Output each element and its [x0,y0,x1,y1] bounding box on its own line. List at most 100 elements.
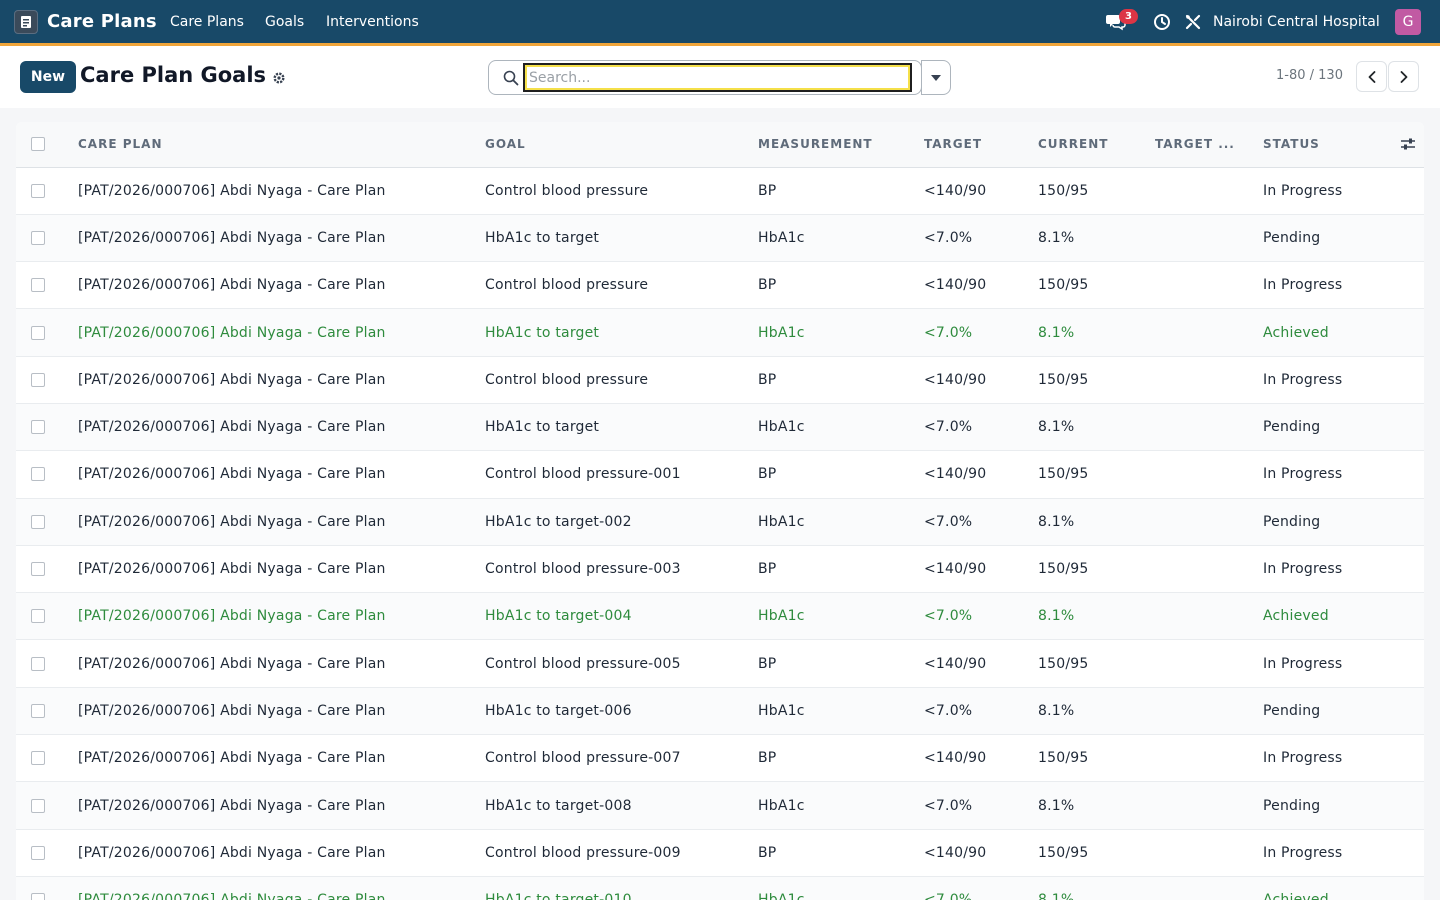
select-all-checkbox[interactable] [31,137,45,152]
cell-target-date [1155,498,1263,545]
new-button[interactable]: New [20,61,76,93]
pager-next-button[interactable] [1388,61,1419,92]
cell-measurement: HbA1c [758,513,805,530]
column-header-care-plan[interactable]: Care Plan [78,122,485,168]
cell-target-date [1155,593,1263,640]
table-row[interactable]: [PAT/2026/000706] Abdi Nyaga - Care Plan… [16,592,1424,640]
menu-care-plans[interactable]: Care Plans [170,14,244,30]
cell-goal: Control blood pressure [485,182,649,199]
table-row[interactable]: [PAT/2026/000706] Abdi Nyaga - Care Plan… [16,545,1424,593]
table-row[interactable]: [PAT/2026/000706] Abdi Nyaga - Care Plan… [16,214,1424,262]
row-checkbox[interactable] [31,230,45,245]
app-icon[interactable] [14,10,38,34]
column-header-target[interactable]: Target [924,122,1038,168]
cell-current: 8.1% [1038,324,1075,341]
table-row[interactable]: [PAT/2026/000706] Abdi Nyaga - Care Plan… [16,781,1424,830]
cell-status: Pending [1263,513,1321,530]
table-row[interactable]: [PAT/2026/000706] Abdi Nyaga - Care Plan… [16,308,1424,357]
search-input[interactable] [523,63,912,92]
cell-care-plan: [PAT/2026/000706] Abdi Nyaga - Care Plan [78,608,386,625]
row-checkbox[interactable] [31,798,45,813]
cell-status: In Progress [1263,466,1343,483]
cell-goal: Control blood pressure-003 [485,561,681,578]
table-row[interactable]: [PAT/2026/000706] Abdi Nyaga - Care Plan… [16,451,1424,499]
cell-care-plan: [PAT/2026/000706] Abdi Nyaga - Care Plan [78,324,386,341]
cell-status: Pending [1263,702,1321,719]
pager-previous-button[interactable] [1356,61,1387,92]
menu-goals[interactable]: Goals [265,14,304,30]
cell-care-plan: [PAT/2026/000706] Abdi Nyaga - Care Plan [78,466,386,483]
row-checkbox[interactable] [31,420,45,435]
cell-goal: HbA1c to target-006 [485,702,632,719]
cell-target: <140/90 [924,750,987,767]
menu-interventions[interactable]: Interventions [326,14,419,30]
cell-current: 8.1% [1038,608,1075,625]
cell-status: Achieved [1263,324,1329,341]
column-header-status[interactable]: Status [1263,122,1384,168]
cell-measurement: HbA1c [758,608,805,625]
row-checkbox[interactable] [31,372,45,387]
row-checkbox[interactable] [31,514,45,529]
cell-measurement: BP [758,182,777,199]
cell-current: 8.1% [1038,797,1075,814]
chevron-left-icon [1368,70,1375,83]
cell-target-date [1155,782,1263,829]
cell-status: In Progress [1263,371,1343,388]
row-checkbox[interactable] [31,278,45,293]
clock-icon[interactable] [1151,11,1173,33]
column-header-current[interactable]: Current [1038,122,1155,168]
cell-goal: Control blood pressure-001 [485,466,681,483]
search-options-toggle[interactable] [921,60,951,95]
row-checkbox[interactable] [31,609,45,624]
row-checkbox[interactable] [31,751,45,766]
column-header-measurement[interactable]: Measurement [758,122,924,168]
cell-status: In Progress [1263,561,1343,578]
cell-current: 150/95 [1038,655,1089,672]
cell-measurement: HbA1c [758,797,805,814]
cell-care-plan: [PAT/2026/000706] Abdi Nyaga - Care Plan [78,702,386,719]
cell-care-plan: [PAT/2026/000706] Abdi Nyaga - Care Plan [78,844,386,861]
cell-measurement: BP [758,750,777,767]
user-avatar[interactable]: G [1395,9,1421,35]
table-row[interactable]: [PAT/2026/000706] Abdi Nyaga - Care Plan… [16,829,1424,877]
row-checkbox[interactable] [31,703,45,718]
debug-tools-icon[interactable] [1182,11,1204,33]
cell-target: <7.0% [924,324,973,341]
cell-target: <7.0% [924,608,973,625]
app-brand[interactable]: Care Plans [47,11,157,32]
cell-current: 8.1% [1038,513,1075,530]
row-checkbox[interactable] [31,562,45,577]
table-row[interactable]: [PAT/2026/000706] Abdi Nyaga - Care Plan… [16,876,1424,900]
gear-icon[interactable] [272,71,286,85]
table-row[interactable]: [PAT/2026/000706] Abdi Nyaga - Care Plan… [16,262,1424,309]
row-checkbox[interactable] [31,183,45,198]
cell-measurement: BP [758,655,777,672]
row-checkbox[interactable] [31,893,45,900]
cell-measurement: BP [758,371,777,388]
row-checkbox[interactable] [31,325,45,340]
table-row[interactable]: [PAT/2026/000706] Abdi Nyaga - Care Plan… [16,498,1424,546]
column-header-target-date[interactable]: Target ... [1155,122,1263,168]
cell-target: <140/90 [924,844,987,861]
table-row[interactable]: [PAT/2026/000706] Abdi Nyaga - Care Plan… [16,735,1424,782]
cell-current: 150/95 [1038,561,1089,578]
table-row[interactable]: [PAT/2026/000706] Abdi Nyaga - Care Plan… [16,167,1424,215]
pager-value[interactable]: 1-80 / 130 [1276,68,1343,83]
table-row[interactable]: [PAT/2026/000706] Abdi Nyaga - Care Plan… [16,687,1424,735]
page-title: Care Plan Goals [80,63,267,87]
table-row[interactable]: [PAT/2026/000706] Abdi Nyaga - Care Plan… [16,640,1424,688]
row-checkbox[interactable] [31,656,45,671]
cell-care-plan: [PAT/2026/000706] Abdi Nyaga - Care Plan [78,750,386,767]
row-checkbox[interactable] [31,467,45,482]
cell-target-date [1155,356,1263,403]
column-header-goal[interactable]: Goal [485,122,758,168]
cell-measurement: HbA1c [758,324,805,341]
company-switcher[interactable]: Nairobi Central Hospital [1213,14,1380,30]
cell-goal: Control blood pressure-005 [485,655,681,672]
row-checkbox[interactable] [31,845,45,860]
table-row[interactable]: [PAT/2026/000706] Abdi Nyaga - Care Plan… [16,403,1424,451]
optional-columns-icon[interactable] [1384,137,1424,151]
caret-down-icon [931,74,941,81]
table-row[interactable]: [PAT/2026/000706] Abdi Nyaga - Care Plan… [16,356,1424,404]
cell-status: In Progress [1263,277,1343,294]
